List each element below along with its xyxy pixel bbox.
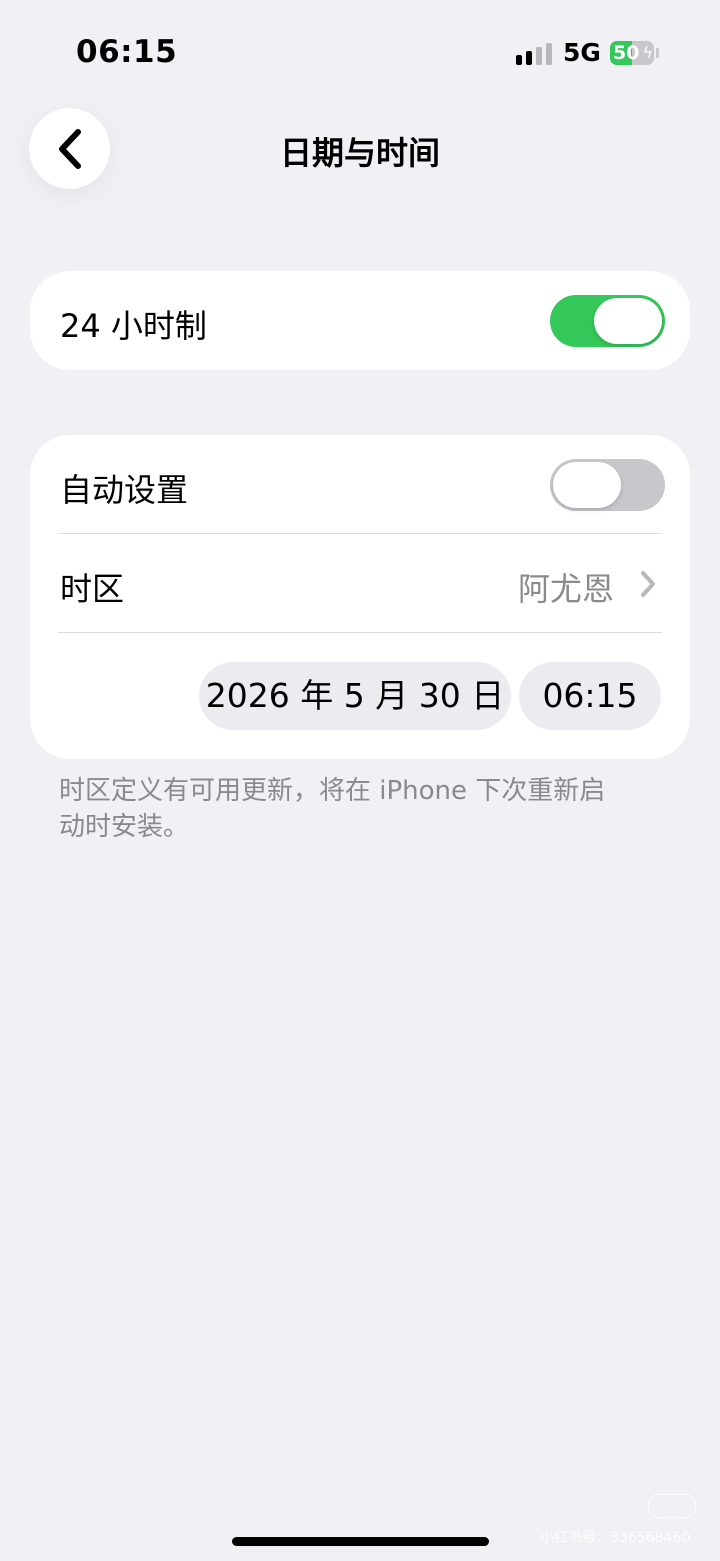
settings-group-datetime: 自动设置 时区 阿尤恩 2026 年 5 月 30 日 06:15 — [30, 435, 690, 759]
24-hour-label: 24 小时制 — [60, 307, 207, 345]
status-bar: 06:15 5G 50 ϟ — [0, 0, 720, 100]
separator — [58, 632, 662, 633]
home-indicator[interactable] — [232, 1537, 489, 1546]
auto-set-label: 自动设置 — [60, 471, 189, 509]
toggle-knob — [594, 298, 662, 344]
watermark-logo — [648, 1494, 696, 1518]
battery-level: 50 — [613, 42, 640, 64]
timezone-value: 阿尤恩 — [517, 570, 614, 608]
date-picker[interactable]: 2026 年 5 月 30 日 — [199, 662, 511, 730]
page-title: 日期与时间 — [279, 134, 440, 172]
toggle-knob — [553, 462, 621, 508]
chevron-right-icon — [641, 571, 655, 597]
timezone-row[interactable]: 时区 阿尤恩 — [30, 534, 690, 633]
settings-group-24h: 24 小时制 — [30, 271, 690, 370]
timezone-label: 时区 — [60, 570, 125, 608]
battery-icon: 50 ϟ — [610, 41, 654, 65]
network-type: 5G — [563, 38, 601, 67]
time-picker[interactable]: 06:15 — [519, 662, 661, 730]
watermark-text: 小红书号：336568460 — [540, 1530, 691, 1546]
status-time: 06:15 — [76, 34, 178, 70]
timezone-update-note: 时区定义有可用更新，将在 iPhone 下次重新启动时安装。 — [59, 776, 606, 842]
battery-cap — [656, 48, 659, 58]
auto-set-toggle[interactable] — [550, 459, 665, 511]
cellular-signal-icon — [516, 43, 552, 65]
bolt-icon: ϟ — [642, 43, 653, 62]
24-hour-toggle[interactable] — [550, 295, 665, 347]
